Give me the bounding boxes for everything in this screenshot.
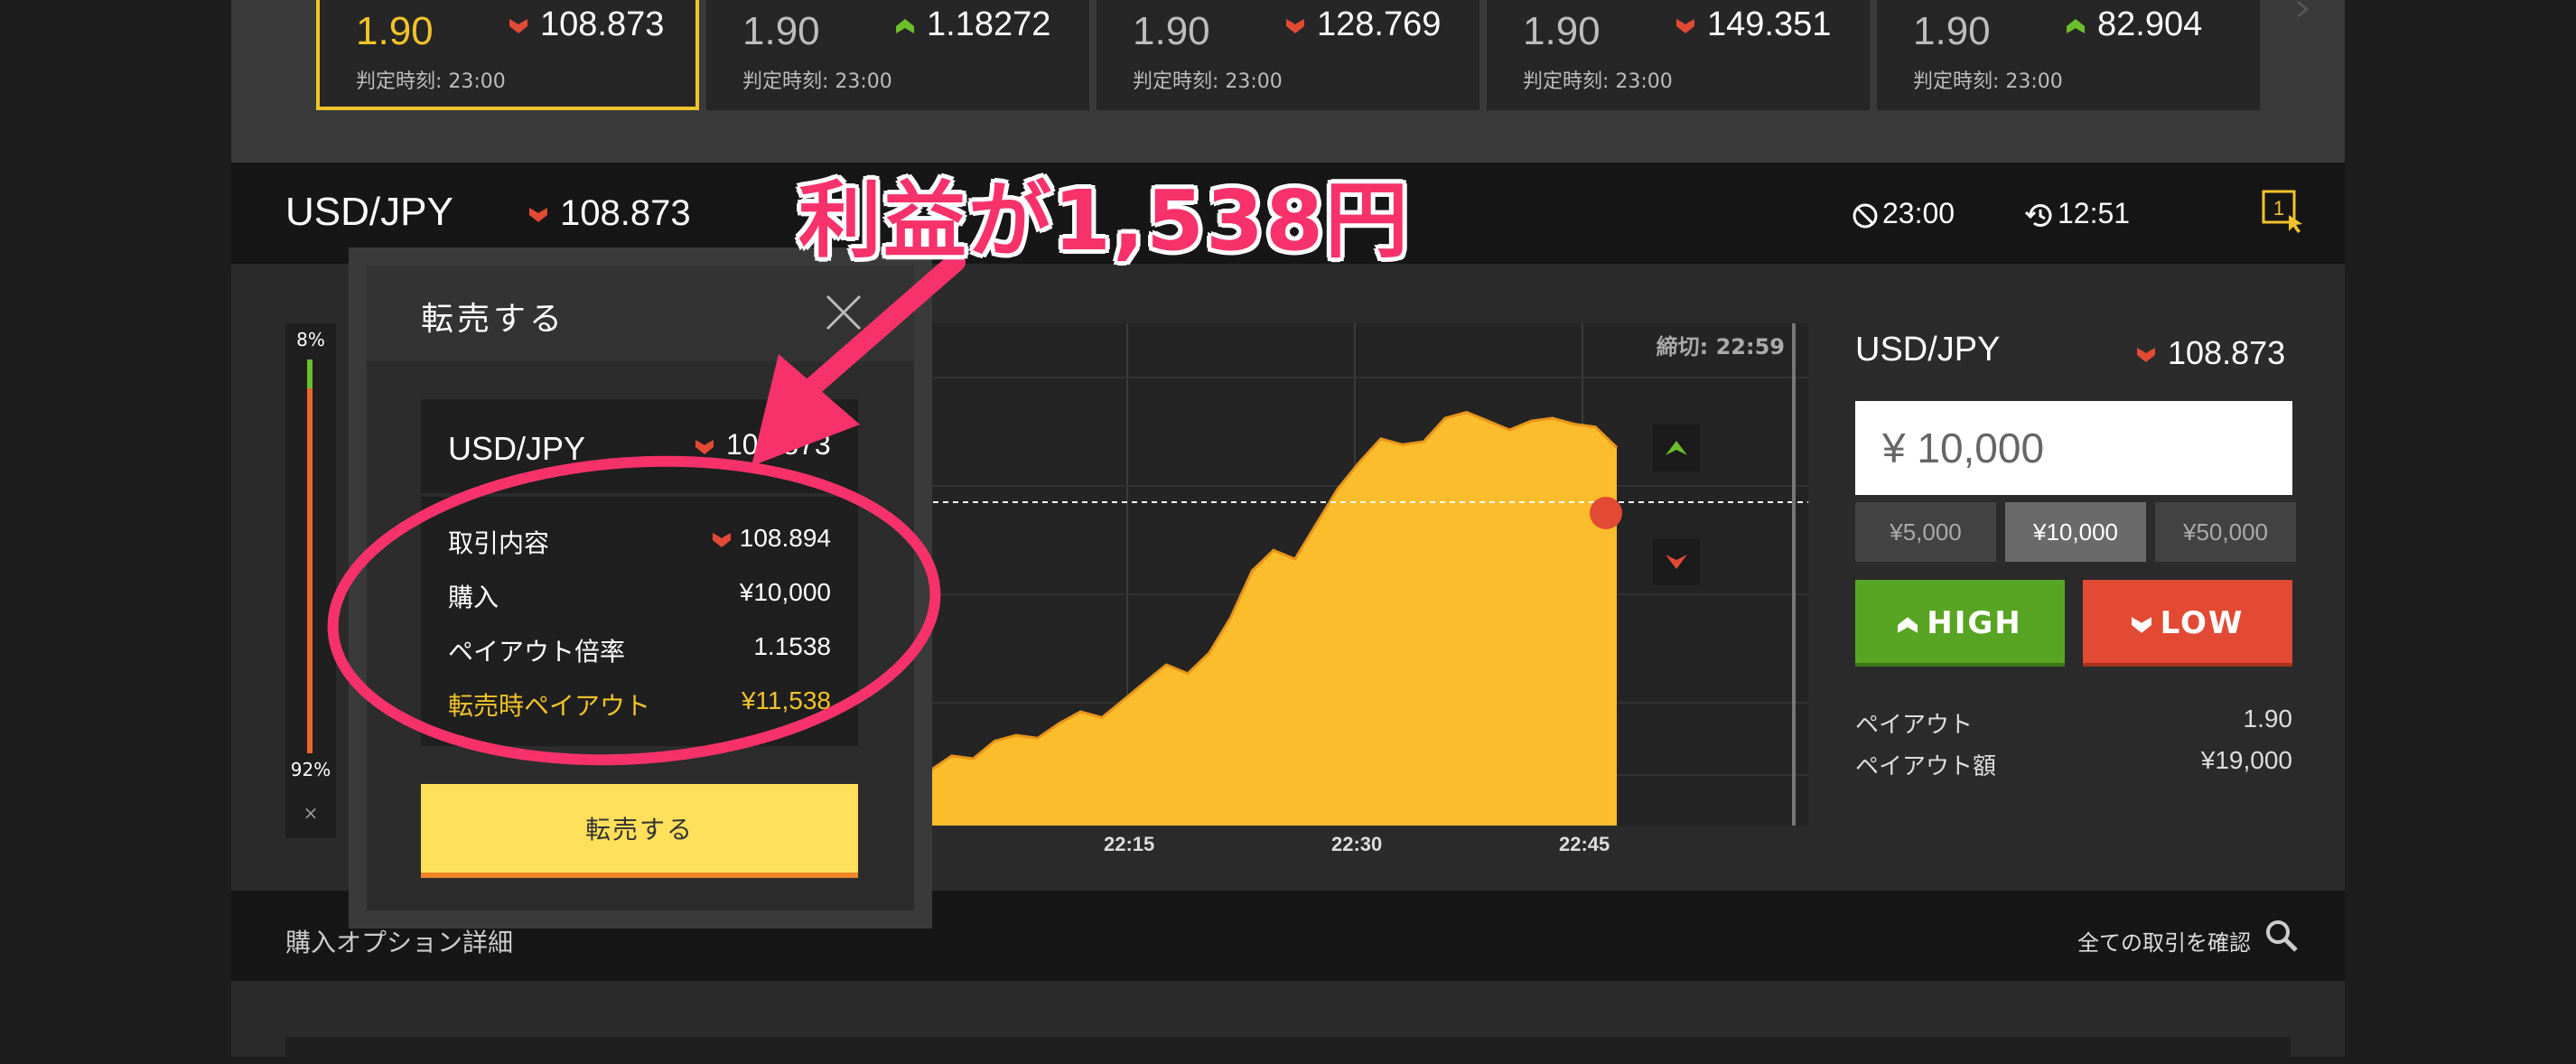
ban-clock-icon (1853, 203, 1878, 229)
asset-card[interactable]: 1.90 1.18272 判定時刻: 23:00 (706, 0, 1089, 110)
payout-amount-value: ¥19,000 (2200, 746, 2292, 774)
divider (421, 493, 858, 497)
rate-down-icon (509, 18, 527, 33)
detail-panel (285, 1037, 2291, 1064)
svg-text:1: 1 (2273, 197, 2284, 219)
rate-down-icon (695, 439, 714, 454)
chevron-right-icon[interactable] (2285, 0, 2321, 27)
sentiment-close-icon[interactable]: × (285, 802, 336, 824)
amount-preset-button[interactable]: ¥10,000 (2005, 502, 2146, 562)
asset-card[interactable]: 1.90 82.904 判定時刻: 23:00 (1877, 0, 2260, 110)
amount-input[interactable] (1855, 401, 2292, 495)
resell-row-value: 108.894 (596, 524, 831, 553)
asset-judge-time: 判定時刻: 23:00 (1523, 70, 1673, 93)
remaining-time: 12:51 (2024, 197, 2130, 230)
low-marker-icon (1653, 538, 1700, 585)
asset-rate: 149.351 (1676, 5, 1831, 44)
pair-rate: 108.873 (529, 193, 691, 234)
rate-up-icon (2067, 18, 2085, 33)
resell-row-value: ¥11,538 (741, 686, 831, 714)
rate-down-icon (712, 532, 731, 547)
deadline-label: 締切: 22:59 (1657, 334, 1785, 359)
asset-rate: 128.769 (1286, 5, 1441, 44)
high-button[interactable]: HIGH (1855, 580, 2065, 667)
profit-annotation: 利益が1,538円 (798, 173, 1411, 269)
trade-pair: USD/JPY (1855, 331, 2001, 369)
asset-judge-time: 判定時刻: 23:00 (356, 70, 506, 93)
asset-payout: 1.90 (1133, 9, 1210, 53)
asset-judge-time: 判定時刻: 23:00 (1133, 70, 1283, 93)
payout-amount-label: ペイアウト額 (1855, 753, 1997, 780)
resell-pair: USD/JPY (448, 430, 586, 467)
chart-x-tick: 22:45 (1559, 833, 1610, 855)
resell-rate: 108.873 (695, 428, 831, 462)
amount-preset-button[interactable]: ¥5,000 (1855, 502, 1996, 562)
asset-payout: 1.90 (356, 9, 434, 53)
arrow-up-icon (1898, 616, 1918, 633)
payout-label: ペイアウト (1855, 712, 1974, 739)
resell-row-value: 1.1538 (753, 632, 831, 660)
rate-down-icon (2137, 348, 2155, 363)
sentiment-low: 92% (290, 759, 331, 780)
chart-area-series (930, 412, 1617, 826)
trader-sentiment: 8% 92% × (285, 323, 336, 838)
asset-judge-time: 判定時刻: 23:00 (742, 70, 892, 93)
rate-down-icon (1286, 18, 1304, 33)
trade-rate: 108.873 (2137, 334, 2285, 372)
expiry-time: 23:00 (1852, 197, 1955, 230)
history-icon (2024, 203, 2052, 227)
resell-modal-title: 転売する (421, 301, 566, 338)
price-chart[interactable]: 締切: 22:59 (903, 323, 1808, 826)
all-trades-link[interactable]: 全ての取引を確認 (2077, 925, 2251, 957)
chart-x-tick: 22:15 (1104, 833, 1155, 855)
low-button[interactable]: LOW (2083, 580, 2292, 667)
asset-card[interactable]: 1.90 149.351 判定時刻: 23:00 (1487, 0, 1870, 110)
search-icon[interactable] (2263, 918, 2300, 954)
sentiment-low-bar (307, 388, 313, 753)
price-chart-svg: 締切: 22:59 (903, 323, 1808, 826)
resell-row-value: ¥10,000 (739, 578, 831, 606)
rate-down-icon (1676, 18, 1694, 33)
asset-rate: 1.18272 (896, 5, 1050, 44)
current-price-marker (1590, 497, 1622, 529)
asset-judge-time: 判定時刻: 23:00 (1913, 70, 2063, 93)
asset-card[interactable]: 1.90 108.873 判定時刻: 23:00 (316, 0, 699, 110)
asset-rate: 82.904 (2067, 5, 2202, 44)
arrow-down-icon (2131, 616, 2151, 633)
asset-rate: 108.873 (509, 5, 664, 44)
sentiment-high: 8% (296, 329, 325, 350)
asset-payout: 1.90 (1523, 9, 1601, 53)
purchase-detail-title: 購入オプション詳細 (285, 928, 514, 957)
rate-up-icon (896, 18, 914, 33)
high-marker-icon (1653, 425, 1700, 471)
asset-card[interactable]: 1.90 128.769 判定時刻: 23:00 (1097, 0, 1479, 110)
asset-payout: 1.90 (1913, 9, 1991, 53)
close-icon[interactable] (822, 291, 865, 334)
sentiment-high-bar (307, 359, 313, 388)
resell-row-label: 取引内容 (448, 528, 550, 558)
one-click-icon[interactable]: 1 (2262, 190, 2305, 233)
resell-row-label: 購入 (448, 583, 499, 612)
amount-preset-button[interactable]: ¥50,000 (2155, 502, 2296, 562)
asset-payout: 1.90 (742, 9, 820, 53)
chart-x-tick: 22:30 (1331, 833, 1383, 855)
payout-value: 1.90 (2243, 705, 2293, 733)
rate-down-icon (529, 208, 547, 223)
pair-name: USD/JPY (285, 190, 453, 234)
resell-button[interactable]: 転売する (421, 784, 858, 878)
